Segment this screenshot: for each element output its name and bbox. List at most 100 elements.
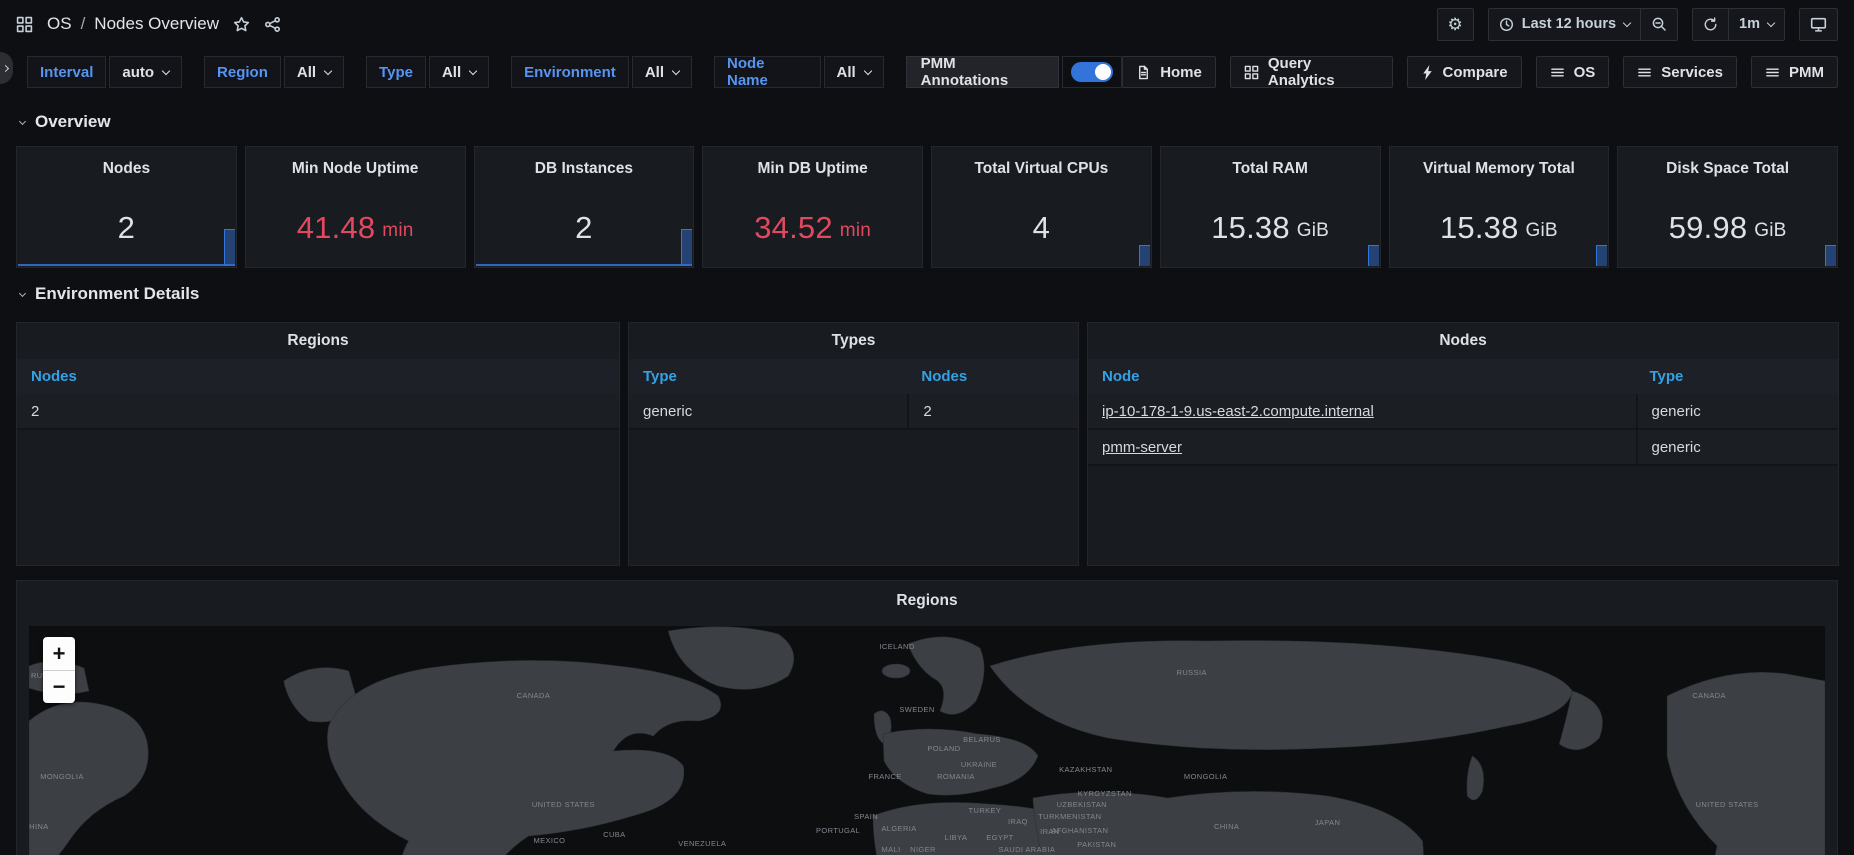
menu-icon: [1765, 65, 1780, 80]
stat-panel-min-db-uptime: Min DB Uptime 34.52min: [702, 146, 923, 268]
variable-interval: Interval auto: [27, 56, 182, 88]
variable-region: Region All: [204, 56, 344, 88]
table-header: Nodes: [17, 359, 619, 394]
breadcrumb-separator: /: [81, 14, 86, 34]
map-country-label: LIBYA: [945, 833, 968, 842]
menu-icon: [1550, 65, 1565, 80]
map-country-label: CANADA: [1692, 691, 1726, 700]
section-environment-details[interactable]: Environment Details: [20, 282, 1838, 306]
sparkline-bar: [1825, 245, 1836, 266]
dashboard-settings-button[interactable]: ⚙: [1437, 8, 1474, 41]
panel-title[interactable]: Regions: [17, 323, 619, 359]
interval-dropdown[interactable]: auto: [109, 56, 182, 88]
os-button[interactable]: OS: [1536, 56, 1610, 88]
map-country-label: UNITED STATES: [1696, 800, 1759, 809]
panel-title[interactable]: Min Node Uptime: [246, 160, 465, 178]
chevron-down-icon: [324, 66, 332, 74]
column-header-nodes[interactable]: Nodes: [17, 368, 619, 385]
map-zoom-controls: + −: [43, 637, 75, 703]
panel-title[interactable]: Disk Space Total: [1618, 160, 1837, 178]
map-country-label: IRAQ: [1008, 817, 1028, 826]
table-row: pmm-server generic: [1088, 430, 1838, 466]
environment-dropdown[interactable]: All: [632, 56, 692, 88]
regions-table-panel: Regions Nodes 2: [16, 322, 620, 566]
section-overview[interactable]: Overview: [20, 110, 1838, 134]
column-header-type[interactable]: Type: [1636, 368, 1839, 385]
map-content: RUSSIA MONGOLIA CHINA CANADA UNITED STAT…: [17, 621, 1837, 855]
variable-type: Type All: [366, 56, 489, 88]
chevron-down-icon: [19, 117, 26, 124]
map-country-label: MEXICO: [533, 836, 565, 845]
panel-title[interactable]: Total RAM: [1161, 160, 1380, 178]
time-range-button[interactable]: Last 12 hours: [1489, 9, 1640, 40]
panel-title[interactable]: Virtual Memory Total: [1390, 160, 1609, 178]
map-country-label: EGYPT: [986, 833, 1013, 842]
panel-title[interactable]: Regions: [17, 581, 1837, 621]
apps-grid-icon[interactable]: [16, 16, 33, 33]
refresh-interval-dropdown[interactable]: 1m: [1728, 9, 1784, 40]
map-country-label: JAPAN: [1315, 818, 1341, 827]
zoom-out-icon: [1651, 16, 1667, 32]
table-row: 2: [17, 394, 619, 430]
panel-title[interactable]: DB Instances: [475, 160, 694, 178]
zoom-out-time-button[interactable]: [1640, 9, 1677, 40]
panel-title[interactable]: Min DB Uptime: [703, 160, 922, 178]
pmm-annotations-toggle[interactable]: [1062, 56, 1122, 88]
cell-type: generic: [1636, 430, 1839, 464]
star-icon[interactable]: [233, 16, 250, 33]
document-icon: [1136, 65, 1151, 80]
table-header: Type Nodes: [629, 359, 1078, 394]
map-country-label: MALI: [882, 845, 901, 854]
gear-icon: ⚙: [1448, 16, 1463, 33]
variable-label: Region: [204, 56, 281, 88]
map-country-label: TURKMENISTAN: [1038, 812, 1101, 821]
node-link[interactable]: ip-10-178-1-9.us-east-2.compute.internal: [1102, 403, 1374, 420]
cycle-view-button[interactable]: [1799, 8, 1838, 41]
cell-type: generic: [1636, 394, 1839, 428]
breadcrumb-page-title[interactable]: Nodes Overview: [94, 14, 219, 34]
panel-title[interactable]: Types: [629, 323, 1078, 359]
share-alt-icon[interactable]: [264, 16, 281, 33]
compare-button[interactable]: Compare: [1407, 56, 1522, 88]
chevron-down-icon: [672, 66, 680, 74]
query-analytics-button[interactable]: Query Analytics: [1230, 56, 1393, 88]
world-map[interactable]: RUSSIA MONGOLIA CHINA CANADA UNITED STAT…: [29, 626, 1825, 855]
region-dropdown[interactable]: All: [284, 56, 344, 88]
column-header-nodes[interactable]: Nodes: [907, 368, 1078, 385]
panel-title[interactable]: Nodes: [17, 160, 236, 178]
sparkline-bar: [1368, 245, 1379, 266]
sidebar-expand-handle[interactable]: [0, 52, 13, 84]
column-header-node[interactable]: Node: [1088, 368, 1636, 385]
time-picker-group: Last 12 hours: [1488, 8, 1678, 41]
breadcrumb-app[interactable]: OS: [47, 14, 72, 34]
pmm-button[interactable]: PMM: [1751, 56, 1838, 88]
panel-title[interactable]: Total Virtual CPUs: [932, 160, 1151, 178]
cell-nodes-count: 2: [907, 394, 1078, 428]
refresh-group: 1m: [1692, 8, 1785, 41]
node-name-dropdown[interactable]: All: [824, 56, 884, 88]
map-country-label: SWEDEN: [899, 705, 934, 714]
map-country-label: CUBA: [603, 830, 625, 839]
types-table-panel: Types Type Nodes generic 2: [628, 322, 1079, 566]
type-dropdown[interactable]: All: [429, 56, 489, 88]
panel-title[interactable]: Nodes: [1088, 323, 1838, 359]
stat-panel-min-node-uptime: Min Node Uptime 41.48min: [245, 146, 466, 268]
node-link[interactable]: pmm-server: [1102, 439, 1182, 456]
map-country-label: PORTUGAL: [816, 826, 860, 835]
map-country-label: KYRGYZSTAN: [1078, 789, 1132, 798]
map-country-label: ROMANIA: [937, 772, 975, 781]
services-button[interactable]: Services: [1623, 56, 1737, 88]
clock-icon: [1499, 17, 1514, 32]
column-header-type[interactable]: Type: [629, 368, 907, 385]
toggle-switch: [1071, 62, 1113, 82]
sparkline: [476, 264, 693, 266]
map-zoom-in-button[interactable]: +: [43, 637, 75, 670]
stat-panel-disk-space-total: Disk Space Total 59.98GiB: [1617, 146, 1838, 268]
refresh-button[interactable]: [1693, 9, 1728, 40]
sparkline-bar: [681, 229, 692, 266]
home-button[interactable]: Home: [1122, 56, 1216, 88]
map-country-label: SPAIN: [854, 812, 878, 821]
refresh-interval-label: 1m: [1739, 16, 1760, 32]
sparkline-bar: [1596, 245, 1607, 266]
map-zoom-out-button[interactable]: −: [43, 670, 75, 703]
